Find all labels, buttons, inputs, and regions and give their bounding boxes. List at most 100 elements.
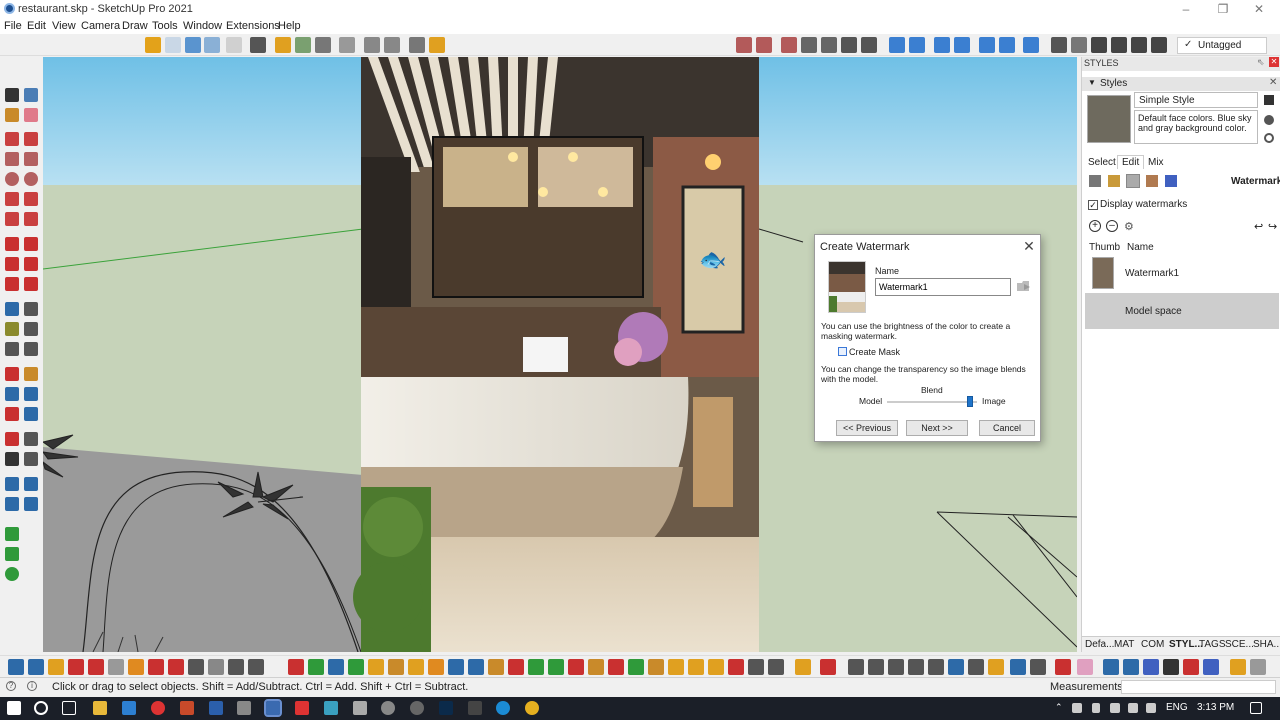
cancel-button[interactable]: Cancel [979,420,1035,436]
chrome-icon[interactable] [525,701,539,715]
section-plane-left-icon[interactable] [24,452,38,466]
display-watermarks-checkbox[interactable]: ✓ Display watermarks [1088,199,1187,210]
tool-icon-3[interactable] [48,659,64,675]
tool-icon-38[interactable] [768,659,784,675]
hat-icon[interactable] [250,37,266,53]
tool-icon-51[interactable] [1055,659,1071,675]
sandbox-left-icon[interactable] [5,477,19,491]
protractor-icon[interactable] [5,322,19,336]
solid-union-icon[interactable] [781,37,797,53]
tab-materials[interactable]: MAT [1114,639,1134,650]
solid-split-icon[interactable] [861,37,877,53]
add-watermark-icon[interactable]: + [1089,220,1101,232]
tool-icon-36[interactable] [728,659,744,675]
modeling-settings-icon[interactable] [1165,175,1177,187]
tool-icon-11[interactable] [208,659,224,675]
tag-selector[interactable]: ✓ Untagged [1177,37,1267,54]
tool-icon-43[interactable] [888,659,904,675]
list-item[interactable]: Model space [1085,293,1279,329]
tool-icon-27[interactable] [548,659,564,675]
tool-icon-50[interactable] [1030,659,1046,675]
task-view-icon[interactable] [62,701,76,715]
menu-view[interactable]: View [52,20,76,32]
three-point-arc-icon[interactable] [5,212,19,226]
tool-icon-14[interactable] [288,659,304,675]
text-icon[interactable] [24,322,38,336]
panel-close-icon[interactable]: ✕ [1269,57,1279,67]
share-model-icon[interactable] [165,37,181,53]
light-icon[interactable] [429,37,445,53]
windows-start-icon[interactable] [7,701,21,715]
tool-icon-23[interactable] [468,659,484,675]
menu-tools[interactable]: Tools [152,20,178,32]
browse-icon[interactable] [1017,280,1031,292]
drape-icon[interactable] [24,497,38,511]
next-button[interactable]: Next >> [906,420,968,436]
dialog-close-icon[interactable]: ✕ [1021,238,1037,254]
menu-camera[interactable]: Camera [81,20,120,32]
app-icon-3[interactable] [381,701,395,715]
watermark-settings-icon[interactable] [1146,175,1158,187]
tool-icon-32[interactable] [648,659,664,675]
tool-icon-9[interactable] [168,659,184,675]
create-style-icon[interactable] [1264,95,1274,105]
solid-subtract-icon[interactable] [821,37,837,53]
tool-icon-20[interactable] [408,659,424,675]
minimize-icon[interactable]: – [1176,2,1196,16]
sketchup-taskbar-icon[interactable] [264,699,282,717]
tool-icon-53[interactable] [1103,659,1119,675]
tab-tags[interactable]: TAGS [1199,639,1225,650]
tool-icon-35[interactable] [708,659,724,675]
zoom-extents-icon[interactable] [5,407,19,421]
tool-icon-41[interactable] [848,659,864,675]
eraser-icon[interactable] [24,108,38,122]
restore-icon[interactable]: ❐ [1213,2,1233,16]
move-up-icon[interactable]: ↩ [1254,220,1263,233]
close-icon[interactable]: ✕ [1249,2,1269,16]
tool-icon-22[interactable] [448,659,464,675]
solid-trim-icon[interactable] [841,37,857,53]
orbit-icon[interactable] [5,367,19,381]
name-field[interactable] [875,278,1011,296]
two-point-arc-icon[interactable] [24,192,38,206]
menu-edit[interactable]: Edit [27,20,46,32]
language-indicator[interactable]: ENG [1166,702,1188,713]
wifi-icon[interactable] [1128,703,1138,713]
pie-icon[interactable] [24,212,38,226]
tool-icon-33[interactable] [668,659,684,675]
move-icon[interactable] [5,237,19,251]
tool-icon-56[interactable] [1163,659,1179,675]
face-settings-icon[interactable] [1108,175,1120,187]
walk-icon[interactable] [5,452,19,466]
plant-icon[interactable] [295,37,311,53]
follow-me-icon[interactable] [756,37,772,53]
styles-tray[interactable]: ▼ Styles ✕ [1082,77,1280,91]
battery-icon[interactable] [1092,703,1100,713]
tape-measure-icon[interactable] [5,302,19,316]
stamp-icon[interactable] [909,37,925,53]
app-icon-1[interactable] [324,701,338,715]
tool-icon-1[interactable] [8,659,24,675]
style-name-field[interactable]: Simple Style [1134,92,1258,108]
offset-icon[interactable] [24,277,38,291]
photo-textures-icon[interactable] [5,567,19,581]
blend-slider-track[interactable] [887,401,977,403]
zoom-window-icon[interactable] [24,387,38,401]
list-item[interactable]: Watermark1 [1087,257,1280,293]
dimension-icon[interactable] [24,302,38,316]
wireframe-icon[interactable] [1091,37,1107,53]
file-explorer-icon[interactable] [93,701,107,715]
rotate-icon[interactable] [5,257,19,271]
tab-shadows[interactable]: SHA... [1253,639,1280,650]
plugin-icon[interactable] [275,37,291,53]
tool-icon-52[interactable] [1077,659,1093,675]
position-camera-icon[interactable] [934,37,950,53]
position-camera-left-icon[interactable] [5,432,19,446]
word-icon[interactable] [209,701,223,715]
hidden-line-icon[interactable] [1111,37,1127,53]
circle-icon[interactable] [5,172,19,186]
tab-edit[interactable]: Edit [1117,155,1145,169]
edge-settings-icon[interactable] [1089,175,1101,187]
tool-icon-54[interactable] [1123,659,1139,675]
push-pull-icon[interactable] [736,37,752,53]
